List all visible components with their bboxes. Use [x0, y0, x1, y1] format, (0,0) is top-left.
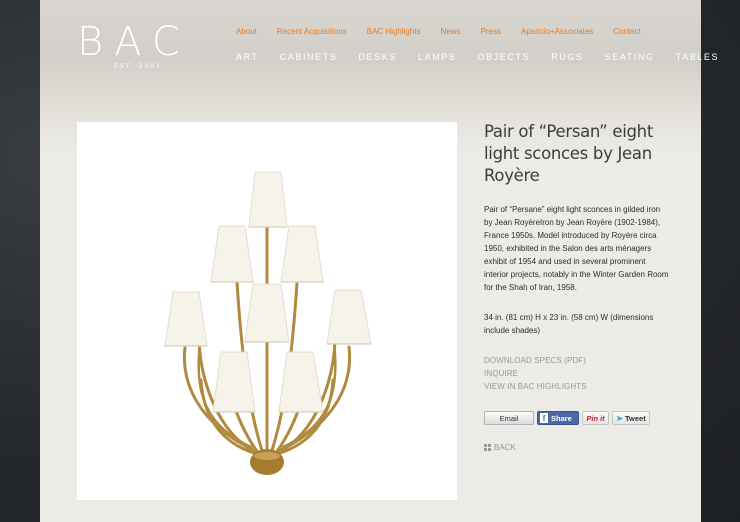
email-button-label: Email	[499, 413, 519, 423]
nav-tables[interactable]: TABLES	[676, 52, 719, 62]
nav-desks[interactable]: DESKS	[358, 52, 397, 62]
pinterest-button[interactable]: Pin it	[582, 411, 609, 425]
tweet-button-label: Tweet	[625, 413, 646, 423]
facebook-button-label: Share	[551, 413, 572, 423]
product-image[interactable]	[77, 122, 457, 500]
share-buttons: Email f Share Pin it ➤ Tweet	[484, 411, 669, 425]
view-in-highlights-link[interactable]: VIEW IN BAC HIGHLIGHTS	[484, 380, 669, 393]
toplink-contact[interactable]: Contact	[613, 27, 641, 36]
toplink-about[interactable]: About	[236, 27, 257, 36]
page-content: BAC EST. 2001 About Recent Acquisitions …	[40, 0, 717, 522]
site-logo[interactable]: BAC EST. 2001	[77, 22, 207, 70]
toplink-bac-highlights[interactable]: BAC Highlights	[367, 27, 421, 36]
nav-cabinets[interactable]: CABINETS	[280, 52, 338, 62]
nav-seating[interactable]: SEATING	[605, 52, 655, 62]
twitter-bird-icon: ➤	[616, 413, 623, 423]
grid-icon	[484, 444, 491, 451]
toplink-news[interactable]: News	[441, 27, 461, 36]
nav-lamps[interactable]: LAMPS	[418, 52, 457, 62]
category-nav: ART CABINETS DESKS LAMPS OBJECTS RUGS SE…	[236, 52, 719, 62]
nav-objects[interactable]: OBJECTS	[477, 52, 530, 62]
product-dimensions: 34 in. (81 cm) H x 23 in. (58 cm) W (dim…	[484, 313, 654, 335]
back-link[interactable]: BACK	[494, 443, 516, 452]
toplink-press[interactable]: Press	[481, 27, 501, 36]
top-links-nav: About Recent Acquisitions BAC Highlights…	[236, 27, 641, 36]
product-description: Pair of “Persane” eight light sconces in…	[484, 205, 669, 292]
inquire-link[interactable]: INQUIRE	[484, 367, 669, 380]
logo-wordmark: BAC	[77, 19, 191, 65]
nav-rugs[interactable]: RUGS	[551, 52, 583, 62]
product-info: Pair of “Persan” eight light sconces by …	[484, 121, 669, 452]
tweet-button[interactable]: ➤ Tweet	[612, 411, 650, 425]
facebook-icon: f	[540, 413, 548, 423]
product-title: Pair of “Persan” eight light sconces by …	[484, 122, 654, 185]
facebook-share-button[interactable]: f Share	[537, 411, 579, 425]
nav-art[interactable]: ART	[236, 52, 259, 62]
sconce-illustration	[164, 171, 372, 475]
toplink-recent-acquisitions[interactable]: Recent Acquisitions	[277, 27, 347, 36]
toplink-aparicio-associates[interactable]: Aparicio+Associates	[521, 27, 593, 36]
download-specs-link[interactable]: DOWNLOAD SPECS (PDF)	[484, 354, 669, 367]
product-actions: DOWNLOAD SPECS (PDF) INQUIRE VIEW IN BAC…	[484, 354, 669, 393]
back-link-row[interactable]: BACK	[484, 443, 669, 452]
email-share-button[interactable]: Email	[484, 411, 534, 425]
pinterest-button-label: Pin it	[586, 413, 605, 423]
